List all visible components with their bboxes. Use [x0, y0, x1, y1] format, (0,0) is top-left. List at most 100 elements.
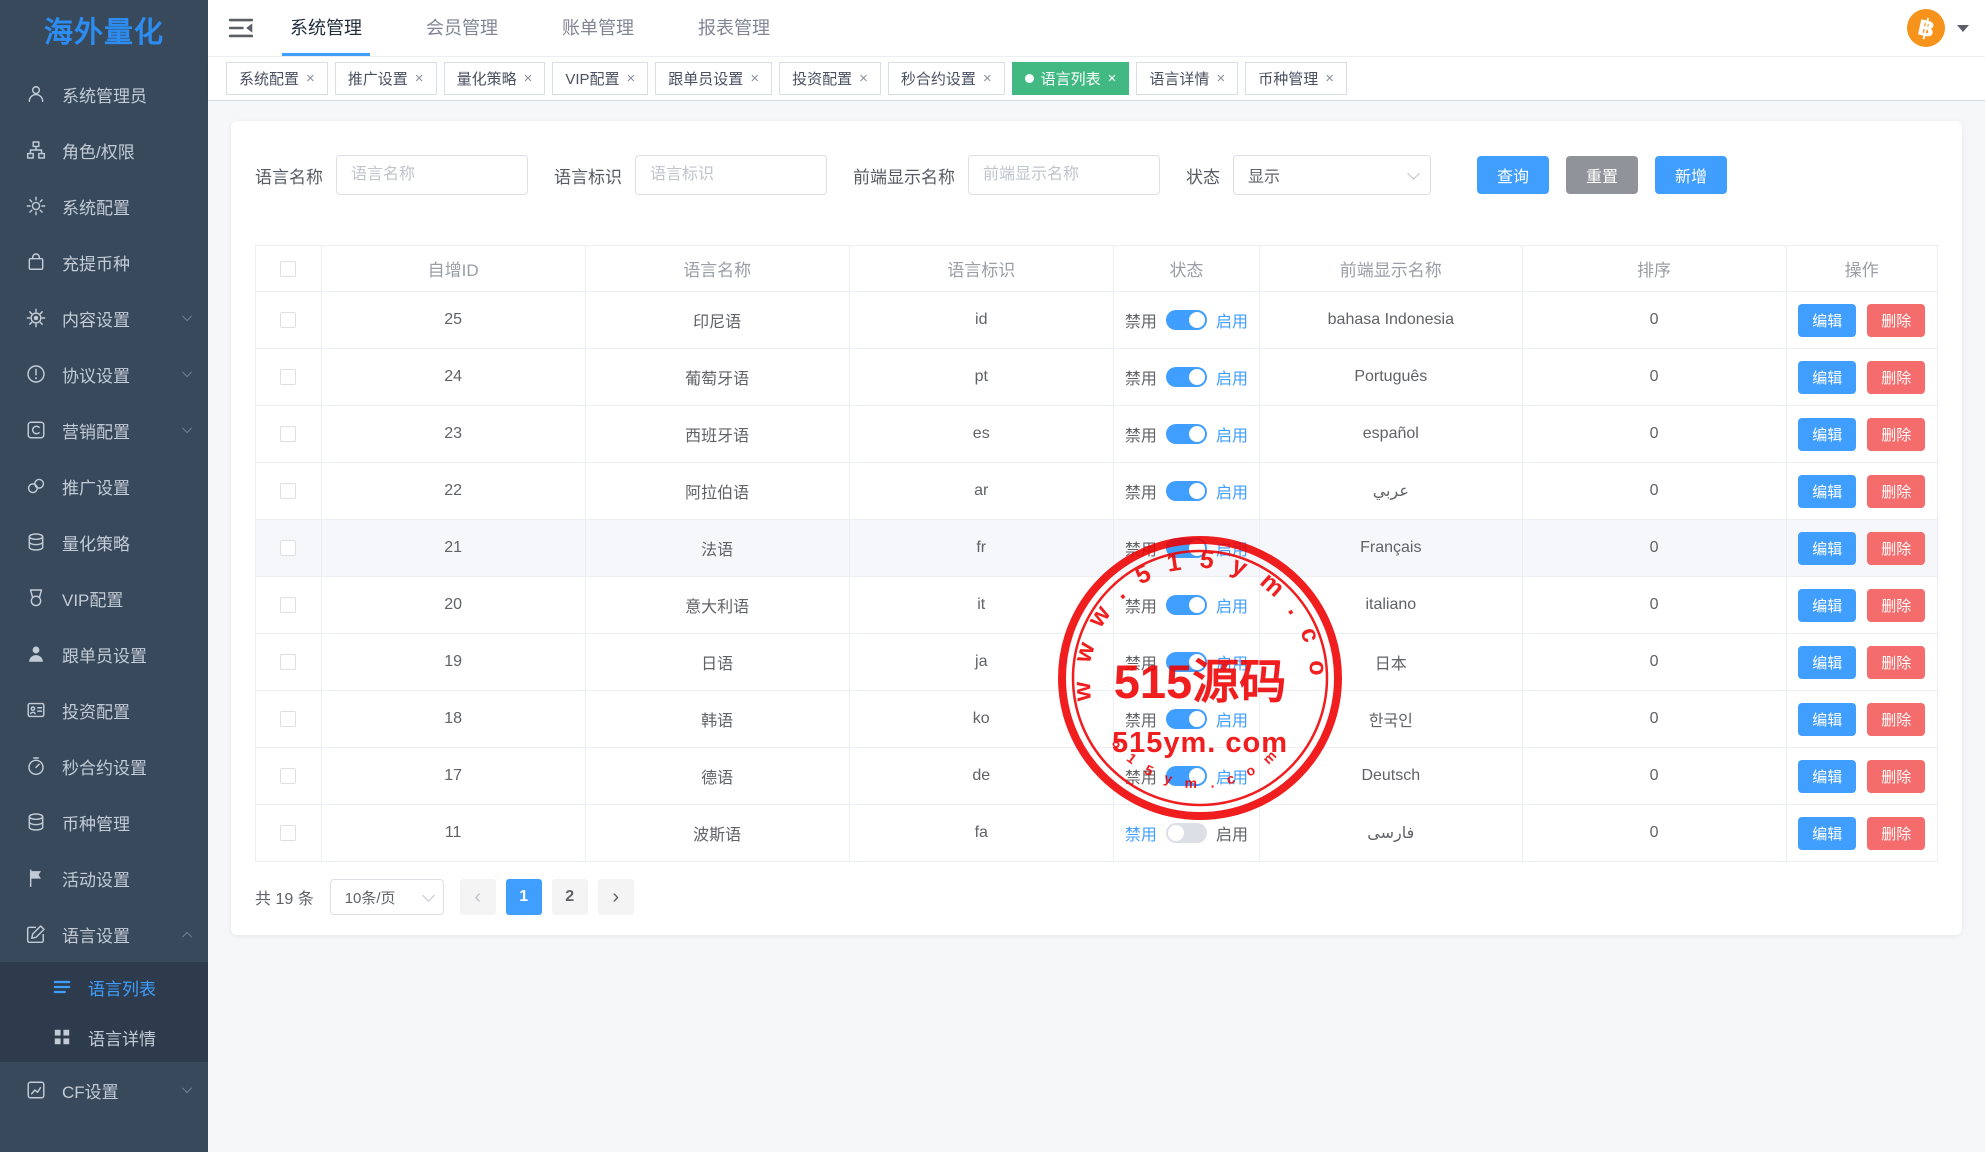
edit-button[interactable]: 编辑 — [1798, 304, 1856, 337]
top-tab[interactable]: 会员管理 — [418, 0, 506, 56]
sidebar-item[interactable]: 系统配置 — [0, 178, 208, 234]
row-checkbox[interactable] — [280, 540, 296, 556]
sidebar-item[interactable]: 跟单员设置 — [0, 626, 208, 682]
edit-button[interactable]: 编辑 — [1798, 532, 1856, 565]
delete-button[interactable]: 删除 — [1867, 532, 1925, 565]
tag-chip[interactable]: 秒合约设置× — [888, 62, 1005, 95]
row-checkbox[interactable] — [280, 312, 296, 328]
close-icon[interactable]: × — [859, 71, 868, 86]
sidebar-item[interactable]: 活动设置 — [0, 850, 208, 906]
display-filter-input[interactable] — [968, 155, 1160, 195]
tag-chip[interactable]: 币种管理× — [1245, 62, 1347, 95]
tag-chip[interactable]: VIP配置× — [552, 62, 648, 95]
tag-chip[interactable]: 量化策略× — [444, 62, 546, 95]
tag-chip[interactable]: 语言列表× — [1012, 62, 1130, 95]
hamburger-icon[interactable] — [228, 15, 254, 41]
edit-button[interactable]: 编辑 — [1798, 760, 1856, 793]
tag-chip[interactable]: 跟单员设置× — [655, 62, 772, 95]
status-toggle[interactable] — [1166, 367, 1207, 387]
sidebar-item[interactable]: CF设置 — [0, 1062, 208, 1118]
row-checkbox[interactable] — [280, 597, 296, 613]
add-button[interactable]: 新增 — [1655, 156, 1727, 194]
delete-button[interactable]: 删除 — [1867, 304, 1925, 337]
tag-chip[interactable]: 投资配置× — [779, 62, 881, 95]
delete-button[interactable]: 删除 — [1867, 361, 1925, 394]
search-button[interactable]: 查询 — [1477, 156, 1549, 194]
edit-button[interactable]: 编辑 — [1798, 418, 1856, 451]
edit-button[interactable]: 编辑 — [1798, 646, 1856, 679]
row-checkbox[interactable] — [280, 711, 296, 727]
sidebar-item[interactable]: 协议设置 — [0, 346, 208, 402]
top-tab[interactable]: 报表管理 — [690, 0, 778, 56]
next-page-button[interactable]: › — [598, 879, 634, 915]
close-icon[interactable]: × — [983, 71, 992, 86]
row-checkbox[interactable] — [280, 483, 296, 499]
close-icon[interactable]: × — [627, 71, 636, 86]
prev-page-button[interactable]: ‹ — [460, 879, 496, 915]
row-checkbox[interactable] — [280, 426, 296, 442]
sidebar-item[interactable]: 角色/权限 — [0, 122, 208, 178]
status-toggle[interactable] — [1166, 481, 1207, 501]
status-toggle[interactable] — [1166, 310, 1207, 330]
close-icon[interactable]: × — [524, 71, 533, 86]
caret-down-icon[interactable] — [1957, 25, 1969, 32]
status-toggle[interactable] — [1166, 766, 1207, 786]
row-checkbox[interactable] — [280, 369, 296, 385]
tag-chip[interactable]: 推广设置× — [335, 62, 437, 95]
close-icon[interactable]: × — [415, 71, 424, 86]
top-tab[interactable]: 系统管理 — [282, 0, 370, 56]
name-filter-input[interactable] — [336, 155, 528, 195]
edit-button[interactable]: 编辑 — [1798, 817, 1856, 850]
delete-button[interactable]: 删除 — [1867, 475, 1925, 508]
sidebar-item[interactable]: 语言设置 — [0, 906, 208, 962]
delete-button[interactable]: 删除 — [1867, 817, 1925, 850]
sidebar-subitem[interactable]: 语言列表 — [0, 962, 208, 1012]
row-checkbox[interactable] — [280, 768, 296, 784]
sidebar-item[interactable]: 内容设置 — [0, 290, 208, 346]
row-checkbox[interactable] — [280, 654, 296, 670]
bitcoin-avatar[interactable]: ฿ — [1907, 9, 1945, 47]
delete-button[interactable]: 删除 — [1867, 760, 1925, 793]
status-select[interactable]: 显示 — [1233, 155, 1431, 195]
sidebar-item[interactable]: VIP配置 — [0, 570, 208, 626]
page-button[interactable]: 2 — [552, 879, 588, 915]
edit-button[interactable]: 编辑 — [1798, 703, 1856, 736]
status-toggle[interactable] — [1166, 823, 1207, 843]
code-filter-input[interactable] — [635, 155, 827, 195]
status-toggle[interactable] — [1166, 652, 1207, 672]
row-checkbox[interactable] — [280, 825, 296, 841]
edit-button[interactable]: 编辑 — [1798, 475, 1856, 508]
sidebar-item[interactable]: 币种管理 — [0, 794, 208, 850]
edit-button[interactable]: 编辑 — [1798, 589, 1856, 622]
sidebar-item[interactable]: 秒合约设置 — [0, 738, 208, 794]
sidebar-item[interactable]: 量化策略 — [0, 514, 208, 570]
reset-button[interactable]: 重置 — [1566, 156, 1638, 194]
sidebar-item[interactable]: 投资配置 — [0, 682, 208, 738]
top-tab[interactable]: 账单管理 — [554, 0, 642, 56]
sidebar-item[interactable]: 营销配置 — [0, 402, 208, 458]
close-icon[interactable]: × — [1325, 71, 1334, 86]
sidebar-item[interactable]: 推广设置 — [0, 458, 208, 514]
close-icon[interactable]: × — [306, 71, 315, 86]
tag-chip[interactable]: 语言详情× — [1136, 62, 1238, 95]
delete-button[interactable]: 删除 — [1867, 703, 1925, 736]
sidebar-subitem[interactable]: 语言详情 — [0, 1012, 208, 1062]
status-toggle[interactable] — [1166, 709, 1207, 729]
status-toggle[interactable] — [1166, 424, 1207, 444]
delete-button[interactable]: 删除 — [1867, 646, 1925, 679]
status-toggle[interactable] — [1166, 538, 1207, 558]
status-toggle[interactable] — [1166, 595, 1207, 615]
delete-button[interactable]: 删除 — [1867, 589, 1925, 622]
close-icon[interactable]: × — [750, 71, 759, 86]
delete-button[interactable]: 删除 — [1867, 418, 1925, 451]
close-icon[interactable]: × — [1108, 71, 1117, 86]
language-list-card: 语言名称 语言标识 前端显示名称 状态 显示 — [231, 121, 1962, 935]
page-button[interactable]: 1 — [506, 879, 542, 915]
tag-chip[interactable]: 系统配置× — [226, 62, 328, 95]
sidebar-item[interactable]: 系统管理员 — [0, 66, 208, 122]
page-size-select[interactable]: 10条/页 — [330, 879, 444, 915]
select-all-checkbox[interactable] — [280, 261, 296, 277]
edit-button[interactable]: 编辑 — [1798, 361, 1856, 394]
close-icon[interactable]: × — [1216, 71, 1225, 86]
sidebar-item[interactable]: 充提币种 — [0, 234, 208, 290]
